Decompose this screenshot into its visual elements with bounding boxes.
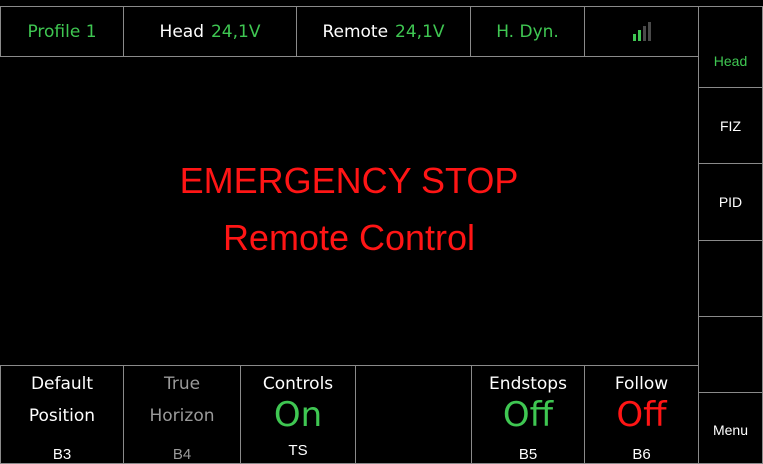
follow-toggle-button[interactable]: Follow Off B6 xyxy=(584,365,699,464)
controls-value: On xyxy=(273,395,323,435)
default-position-button[interactable]: Default Position B3 xyxy=(0,365,124,464)
default-position-line2: Position xyxy=(28,406,96,426)
signal-bar xyxy=(642,25,646,41)
profile-indicator[interactable]: Profile 1 xyxy=(0,6,124,57)
head-voltage-indicator: Head 24,1V xyxy=(123,6,297,57)
default-position-line1: Default xyxy=(30,374,94,394)
side-button-pid[interactable]: PID xyxy=(698,163,763,241)
mode-indicator[interactable]: H. Dyn. xyxy=(470,6,585,57)
true-horizon-line1: True xyxy=(163,374,201,394)
side-button-empty-1[interactable] xyxy=(698,240,763,317)
default-position-key: B3 xyxy=(52,446,72,463)
signal-bar xyxy=(637,29,641,41)
empty-soft-button[interactable] xyxy=(355,365,472,464)
controls-title: Controls xyxy=(262,374,334,394)
endstops-toggle-button[interactable]: Endstops Off B5 xyxy=(471,365,585,464)
signal-bar xyxy=(647,21,651,41)
side-button-menu[interactable]: Menu xyxy=(698,392,763,464)
head-label: Head xyxy=(159,21,204,42)
controls-key: TS xyxy=(288,442,308,459)
side-menu-label: Menu xyxy=(712,422,749,438)
emergency-stop-title: EMERGENCY STOP xyxy=(179,160,519,201)
side-head-label: Head xyxy=(713,53,748,69)
side-button-fiz[interactable]: FIZ xyxy=(698,87,763,164)
follow-key: B6 xyxy=(632,446,651,463)
emergency-source-label: Remote Control xyxy=(222,217,476,258)
side-pid-label: PID xyxy=(718,194,743,210)
true-horizon-line2: Horizon xyxy=(149,406,215,426)
head-voltage: 24,1V xyxy=(210,21,261,42)
follow-value: Off xyxy=(616,395,667,435)
controls-toggle-button[interactable]: Controls On TS xyxy=(240,365,356,464)
remote-label: Remote xyxy=(322,21,389,42)
mode-label: H. Dyn. xyxy=(496,21,559,42)
signal-indicator xyxy=(584,6,699,57)
signal-strength-icon xyxy=(632,21,651,41)
follow-title: Follow xyxy=(614,374,669,394)
true-horizon-key: B4 xyxy=(172,446,192,463)
true-horizon-button[interactable]: True Horizon B4 xyxy=(123,365,241,464)
remote-voltage-indicator: Remote 24,1V xyxy=(296,6,471,57)
remote-voltage: 24,1V xyxy=(395,21,445,42)
side-button-empty-2[interactable] xyxy=(698,316,763,393)
endstops-key: B5 xyxy=(518,446,538,463)
signal-bar xyxy=(632,33,636,41)
side-button-head[interactable]: Head xyxy=(698,6,763,88)
endstops-value: Off xyxy=(502,395,554,435)
endstops-title: Endstops xyxy=(489,374,567,394)
profile-label: Profile 1 xyxy=(27,21,97,42)
side-fiz-label: FIZ xyxy=(720,117,741,134)
